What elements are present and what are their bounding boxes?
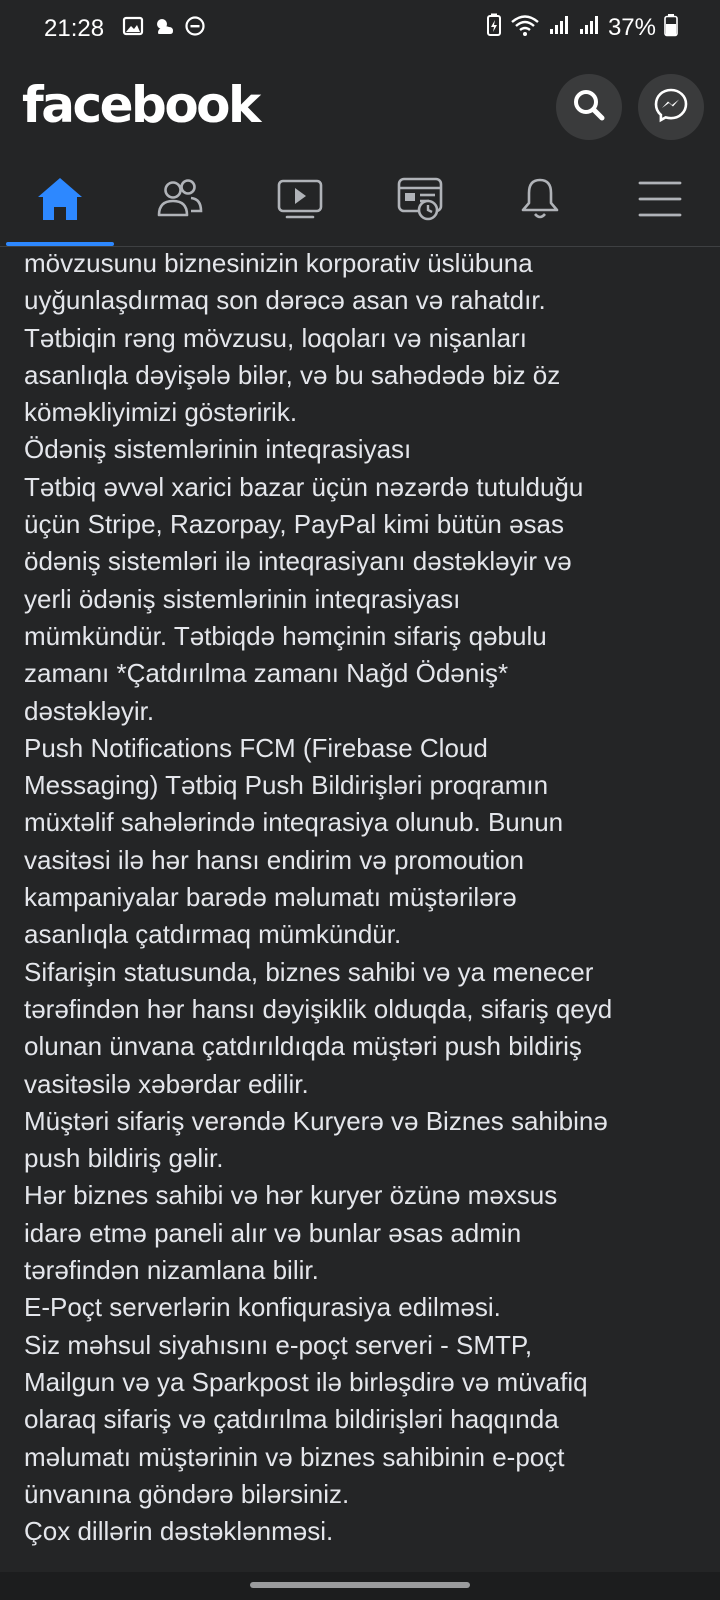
- do-not-disturb-icon: [184, 15, 206, 42]
- weather-icon: [152, 15, 176, 42]
- tab-menu[interactable]: [600, 158, 720, 244]
- battery-percent: 37%: [607, 14, 656, 41]
- video-icon: [275, 177, 325, 226]
- tab-notifications[interactable]: [480, 158, 600, 244]
- tab-home[interactable]: [0, 158, 120, 246]
- status-system-icons: 37%: [486, 13, 678, 44]
- status-notification-icons: [122, 15, 206, 41]
- post-paragraph: Tətbiq əvvəl xarici bazar üçün nəzərdə t…: [24, 471, 584, 726]
- facebook-logo[interactable]: facebook: [22, 80, 261, 130]
- battery-saver-icon: [486, 13, 502, 44]
- status-bar: 21:28 37%: [0, 0, 720, 58]
- active-tab-indicator: [6, 242, 114, 246]
- post-paragraph: Push Notifications FCM (Firebase Cloud M…: [24, 732, 564, 950]
- messenger-icon: [653, 87, 689, 128]
- post-paragraph: Siz məhsul siyahısını e-poçt serveri - S…: [24, 1329, 588, 1509]
- post-paragraph: mövzusunu biznesinizin korporativ üslübu…: [24, 252, 561, 428]
- home-icon: [35, 176, 85, 227]
- tab-news[interactable]: [360, 158, 480, 244]
- gesture-handle[interactable]: [250, 1582, 470, 1588]
- friends-icon: [155, 177, 205, 226]
- post-paragraph: Sifarişin statusunda, biznes sahibi və y…: [24, 956, 613, 1099]
- wifi-icon: [510, 13, 540, 44]
- gallery-icon: [122, 15, 144, 42]
- tab-friends[interactable]: [120, 158, 240, 244]
- post-paragraph: Müştəri sifariş verəndə Kuryerə və Bizne…: [24, 1105, 608, 1174]
- hamburger-icon: [638, 179, 682, 224]
- app-header: facebook: [0, 58, 720, 158]
- post-paragraph: Çox dillərin dəstəklənməsi.: [24, 1516, 334, 1547]
- signal-icon: [578, 14, 600, 43]
- search-icon: [571, 87, 607, 128]
- messenger-button[interactable]: [638, 74, 704, 140]
- bell-icon: [517, 176, 563, 227]
- post-paragraph: E-Poçt serverlərin konfiqurasiya edilməs…: [24, 1292, 501, 1323]
- post-paragraph: Hər biznes sahibi və hər kuryer özünə mə…: [24, 1180, 558, 1286]
- tab-watch[interactable]: [240, 158, 360, 244]
- post-text: mövzusunu biznesinizin korporativ üslübu…: [24, 252, 704, 1572]
- search-button[interactable]: [556, 74, 622, 140]
- battery-icon: [664, 13, 678, 44]
- news-icon: [395, 176, 445, 227]
- status-time: 21:28: [44, 15, 105, 42]
- tab-bar: [0, 158, 720, 247]
- signal-icon: [548, 14, 570, 43]
- post-paragraph: Ödəniş sistemlərinin inteqrasiyası: [24, 434, 412, 465]
